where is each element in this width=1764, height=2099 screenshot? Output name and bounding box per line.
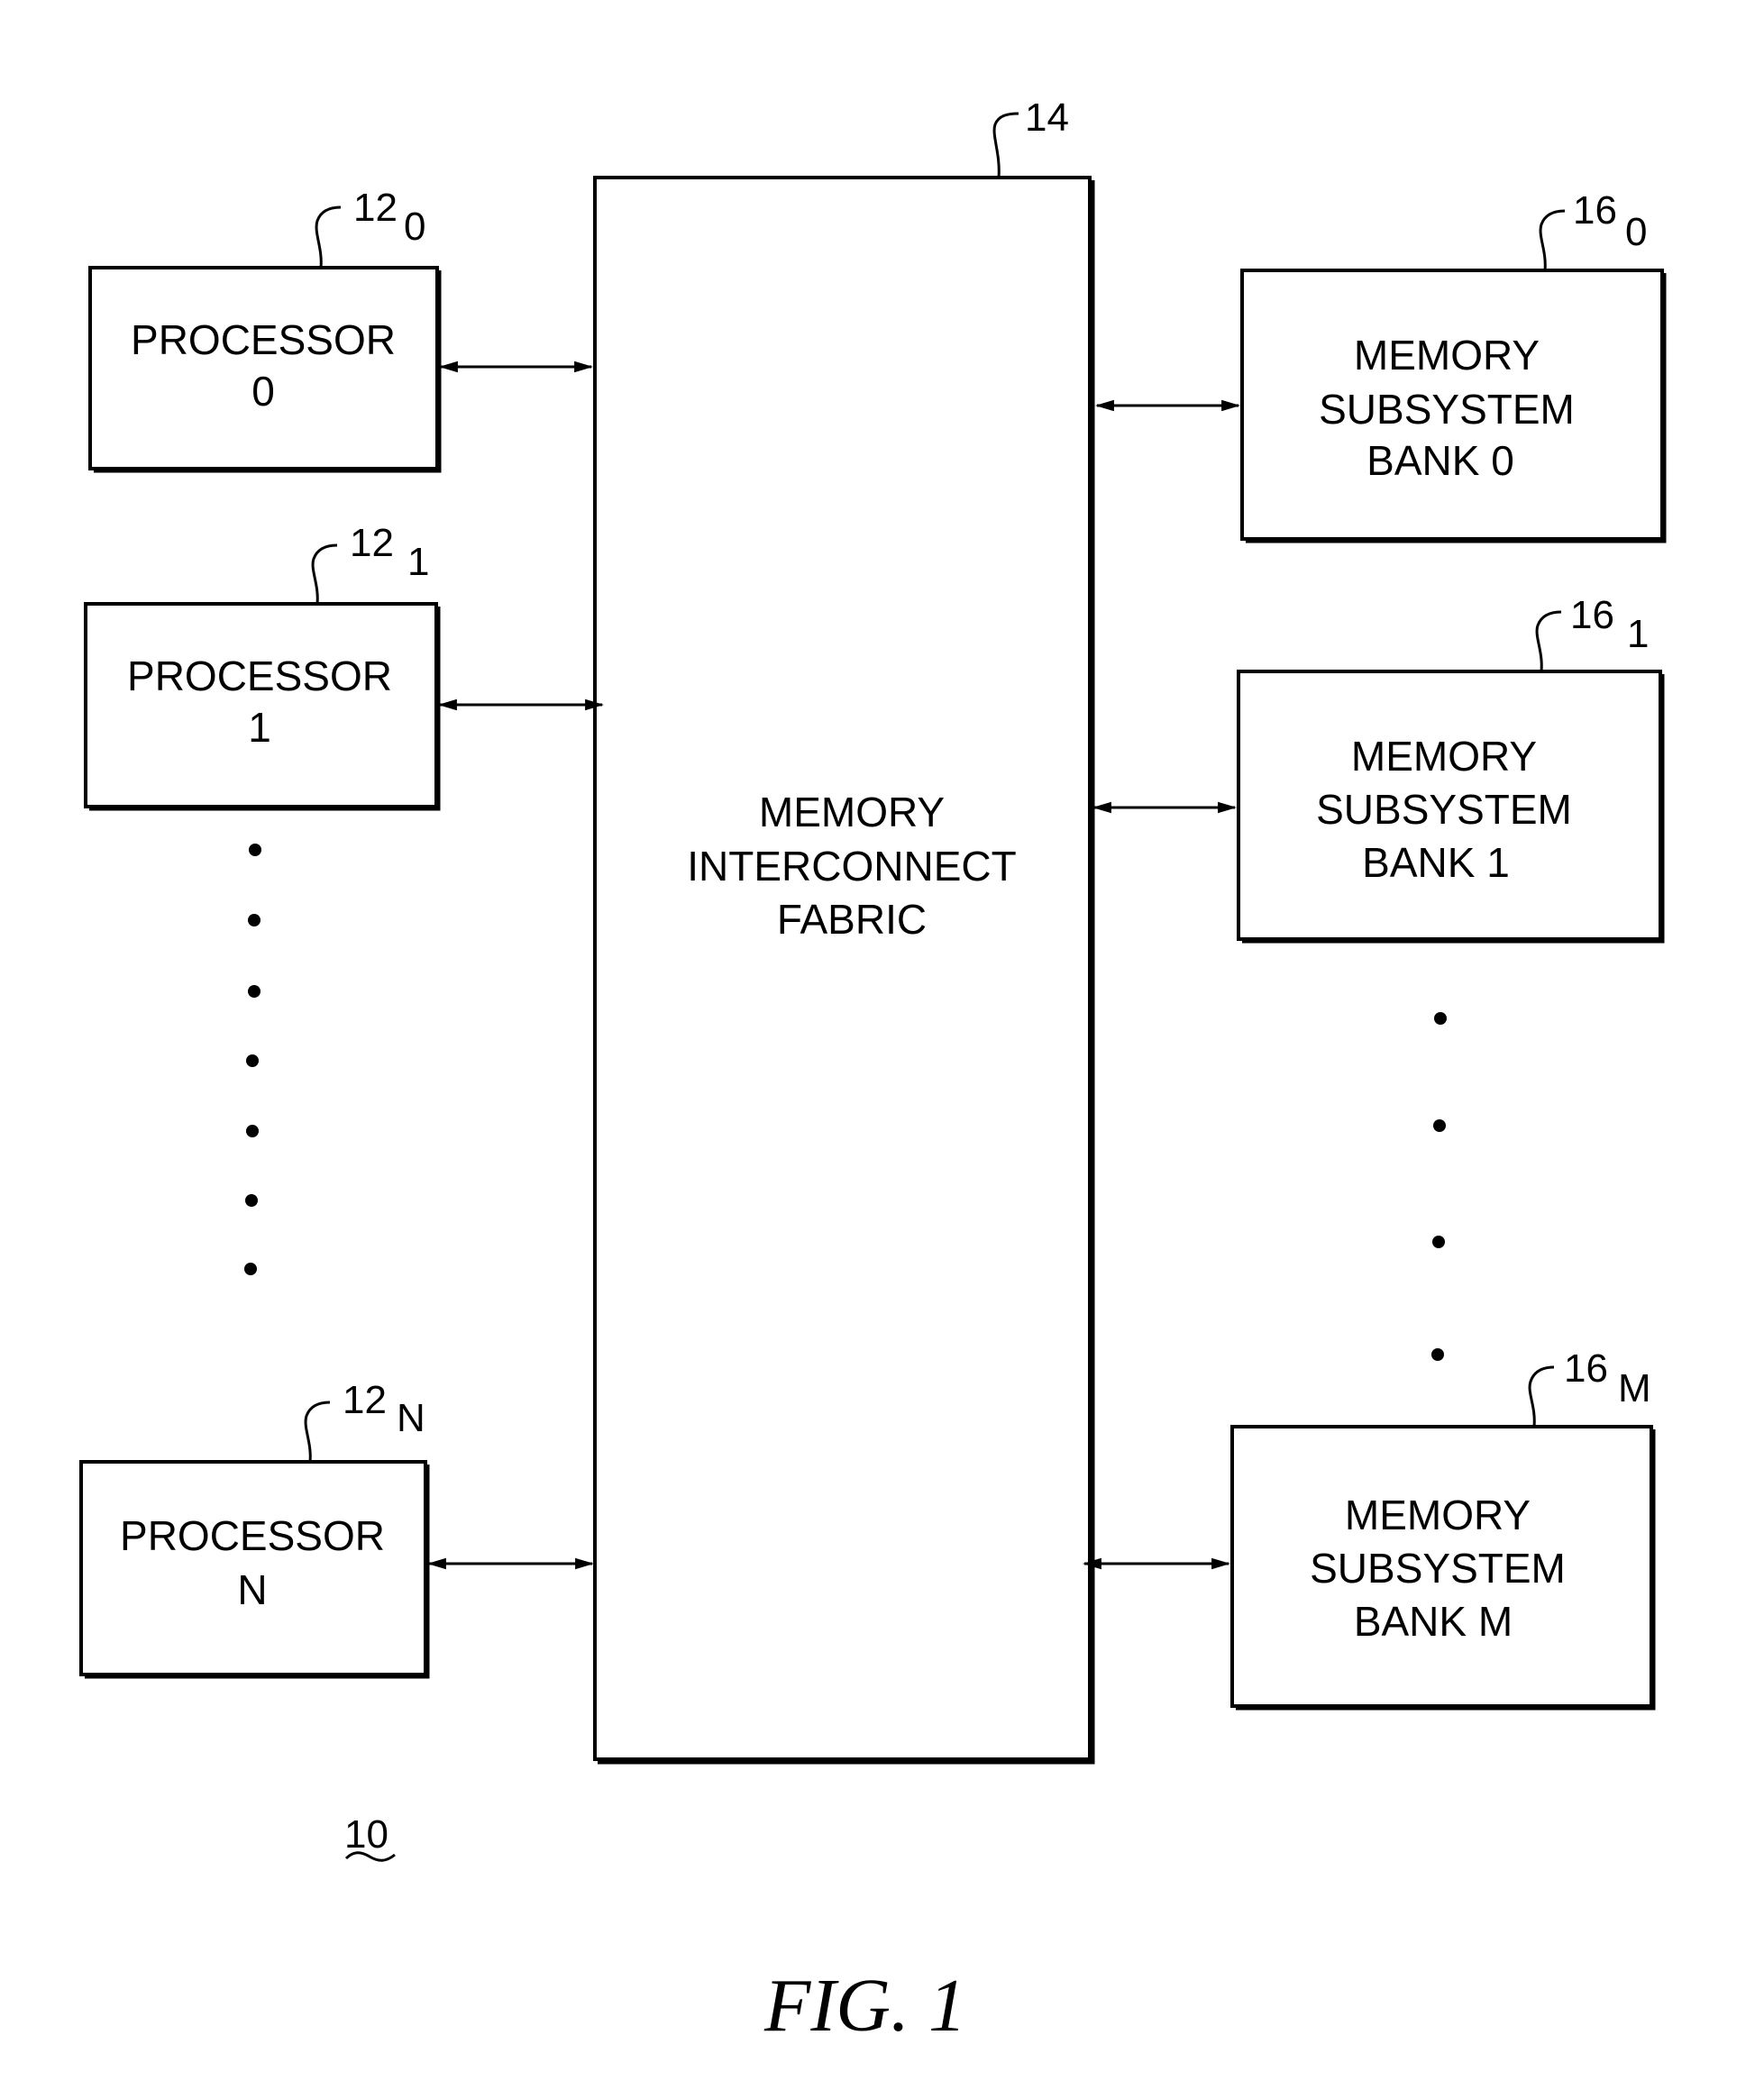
ellipsis-dot [249, 844, 261, 856]
ellipsis-dot [248, 914, 260, 926]
memory-bank-m-label-line-2: SUBSYSTEM [1310, 1545, 1566, 1592]
memory-bank-1-label-line-3: BANK 1 [1362, 839, 1510, 886]
ellipsis-dot [244, 1263, 257, 1275]
processor-1-label-line-1: PROCESSOR [127, 653, 392, 699]
fabric-ref-number: 14 [1025, 96, 1069, 140]
ellipsis-dot [246, 1054, 259, 1067]
ellipsis-dot [1434, 1012, 1447, 1025]
processor-0-label-line-2: 0 [251, 368, 275, 415]
processor-1-ref-number: 12 [350, 521, 394, 565]
memory-bank-m-leader-line [1528, 1365, 1555, 1428]
fabric-label-line-2: INTERCONNECT [687, 843, 1016, 890]
processor-0-label-line-1: PROCESSOR [131, 316, 396, 363]
ellipsis-dot [246, 1125, 259, 1137]
system-ref: 10 [344, 1812, 396, 1862]
memory-bank-m-ref-number: 16 [1564, 1346, 1608, 1391]
memory-bank-0-leader-line [1539, 209, 1566, 271]
ellipsis-dot [245, 1194, 258, 1207]
memory-bank-m-label-line-3: BANK M [1354, 1598, 1513, 1645]
memory-interconnect-fabric: MEMORY INTERCONNECT FABRIC 14 [593, 96, 1095, 1765]
memory-bank-0-label-line-3: BANK 0 [1366, 437, 1514, 484]
processor-1-ref-subscript: 1 [407, 540, 429, 584]
ellipsis-dot [1432, 1236, 1445, 1248]
memory-ellipsis [1431, 1012, 1447, 1361]
ellipsis-dot [1431, 1348, 1444, 1361]
memory-bank-1-label-line-2: SUBSYSTEM [1316, 786, 1572, 833]
ellipsis-dot [1433, 1119, 1446, 1132]
processor-0-ref-subscript: 0 [404, 205, 425, 249]
memory-bank-0-block: MEMORY SUBSYSTEM BANK 0 16 0 [1240, 188, 1667, 543]
memory-bank-m-ref-subscript: M [1618, 1366, 1651, 1410]
memory-bank-m-label-line-1: MEMORY [1345, 1492, 1531, 1538]
processor-0-leader-line [315, 205, 342, 269]
fabric-label-line-1: MEMORY [759, 789, 945, 835]
fabric-label-line-3: FABRIC [777, 896, 927, 943]
processor-n-block: PROCESSOR N 12 N [79, 1378, 430, 1679]
memory-bank-1-label-line-1: MEMORY [1351, 733, 1537, 780]
memory-bank-1-ref-number: 16 [1570, 593, 1614, 637]
memory-bank-0-ref-number: 16 [1573, 188, 1617, 233]
processor-1-label-line-2: 1 [248, 704, 271, 751]
memory-bank-m-block: MEMORY SUBSYSTEM BANK M 16 M [1230, 1346, 1656, 1711]
processor-ellipsis [244, 844, 261, 1275]
processor-n-label-line-2: N [237, 1566, 267, 1613]
memory-bank-1-block: MEMORY SUBSYSTEM BANK 1 16 1 [1237, 593, 1665, 944]
memory-bank-0-label-line-1: MEMORY [1354, 332, 1540, 379]
figure-caption: FIG. 1 [763, 1964, 966, 2048]
processor-n-leader-line [304, 1401, 331, 1463]
memory-bank-1-ref-subscript: 1 [1627, 612, 1649, 656]
fabric-leader-line [992, 112, 1019, 178]
ellipsis-dot [248, 985, 260, 998]
system-ref-number: 10 [344, 1812, 388, 1857]
memory-bank-0-ref-subscript: 0 [1625, 210, 1647, 254]
memory-bank-0-label-line-2: SUBSYSTEM [1319, 386, 1575, 433]
memory-bank-1-leader-line [1535, 610, 1562, 672]
processor-1-leader-line [311, 543, 338, 605]
processor-n-label-line-1: PROCESSOR [120, 1512, 385, 1559]
processor-n-ref-number: 12 [343, 1378, 387, 1422]
processor-0-block: PROCESSOR 0 12 0 [88, 186, 442, 473]
processor-1-block: PROCESSOR 1 12 1 [84, 521, 441, 811]
block-diagram: MEMORY INTERCONNECT FABRIC 14 PROCESSOR … [79, 96, 1667, 2048]
processor-n-ref-subscript: N [397, 1396, 425, 1440]
processor-0-ref-number: 12 [353, 186, 398, 230]
